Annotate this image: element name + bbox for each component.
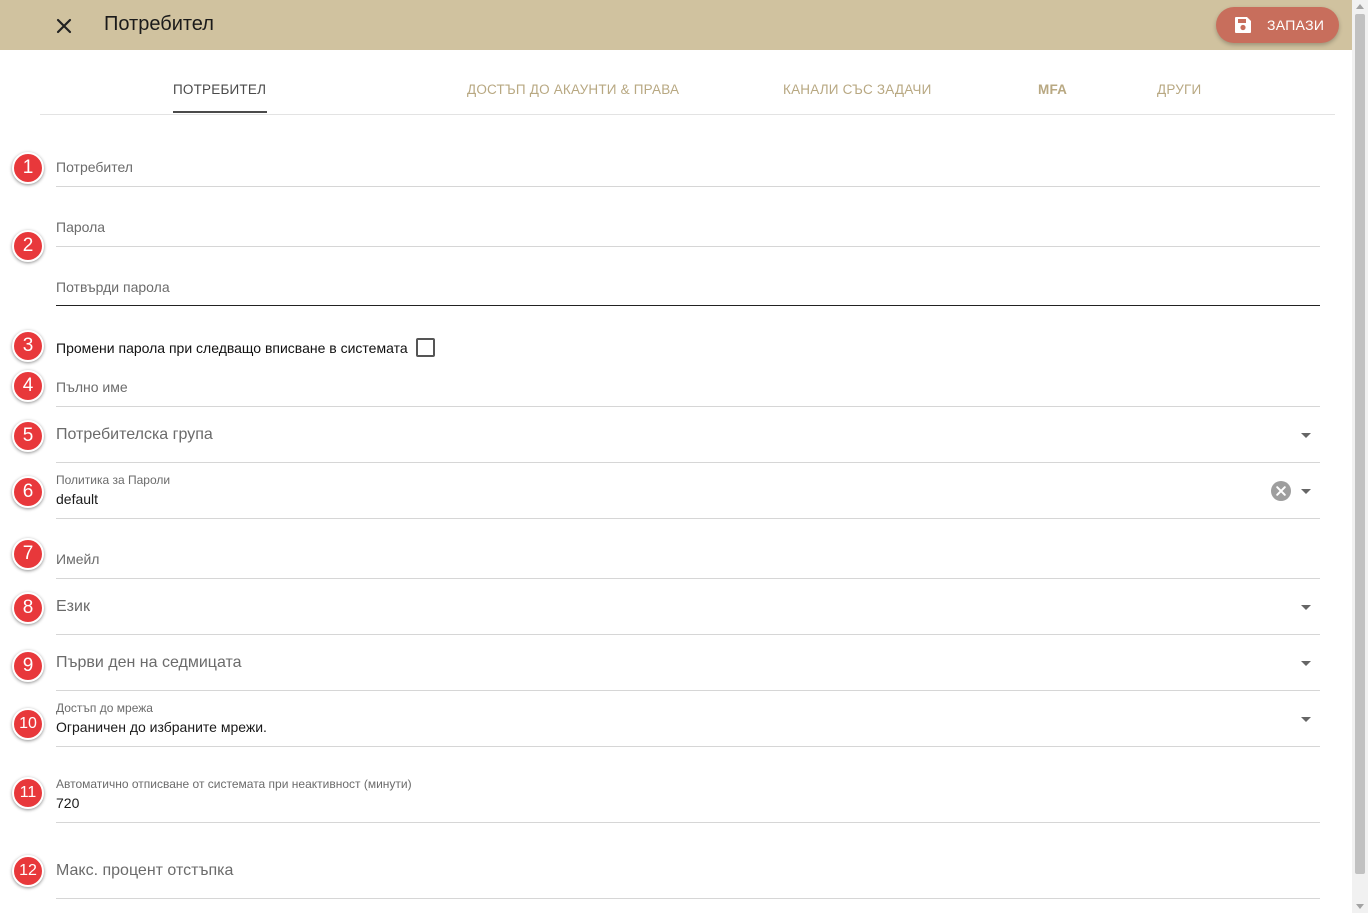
auto-logout-label: Автоматично отписване от системата при н… bbox=[56, 777, 412, 791]
marker-8: 8 bbox=[12, 592, 44, 624]
chevron-down-icon[interactable] bbox=[1301, 717, 1311, 722]
max-discount-field[interactable]: Макс. процент отстъпка bbox=[56, 854, 1320, 899]
close-icon bbox=[56, 18, 72, 34]
page-title: Потребител bbox=[104, 13, 214, 35]
marker-3: 3 bbox=[12, 330, 44, 362]
username-placeholder: Потребител bbox=[56, 159, 133, 175]
close-button[interactable] bbox=[50, 10, 78, 40]
password-field[interactable]: Парола bbox=[56, 210, 1320, 247]
marker-12: 12 bbox=[12, 855, 44, 887]
marker-2: 2 bbox=[12, 230, 44, 262]
email-field[interactable]: Имейл bbox=[56, 542, 1320, 579]
change-password-checkbox[interactable] bbox=[416, 338, 435, 357]
tab-user[interactable]: Потребител bbox=[173, 82, 266, 97]
network-access-value: Ограничен до избраните мрежи. bbox=[56, 719, 267, 735]
floppy-disk-icon bbox=[1235, 17, 1251, 33]
save-button[interactable]: ЗАПАЗИ bbox=[1216, 7, 1339, 43]
email-placeholder: Имейл bbox=[56, 551, 100, 567]
marker-7: 7 bbox=[12, 538, 44, 570]
max-discount-placeholder: Макс. процент отстъпка bbox=[56, 862, 234, 879]
tab-account-access-rights[interactable]: Достъп до акаунти & права bbox=[467, 82, 679, 97]
vertical-scrollbar[interactable] bbox=[1352, 0, 1368, 913]
auto-logout-value: 720 bbox=[56, 795, 80, 811]
clear-icon[interactable] bbox=[1271, 481, 1291, 501]
marker-9: 9 bbox=[12, 650, 44, 682]
user-editor-page: Потребител ЗАПАЗИ Потребител Достъп до а… bbox=[0, 0, 1368, 913]
marker-6: 6 bbox=[12, 476, 44, 508]
full-name-placeholder: Пълно име bbox=[56, 379, 128, 395]
first-day-of-week-select[interactable]: Първи ден на седмицата bbox=[56, 646, 1320, 691]
marker-4: 4 bbox=[12, 370, 44, 402]
password-placeholder: Парола bbox=[56, 219, 106, 235]
chevron-down-icon[interactable] bbox=[1301, 605, 1311, 610]
language-placeholder: Език bbox=[56, 598, 90, 615]
user-group-placeholder: Потребителска група bbox=[56, 426, 213, 443]
confirm-password-placeholder: Потвърди парола bbox=[56, 279, 170, 295]
scrollbar-thumb[interactable] bbox=[1355, 14, 1365, 874]
confirm-password-field[interactable]: Потвърди парола bbox=[56, 270, 1320, 306]
marker-10: 10 bbox=[12, 708, 44, 740]
marker-11: 11 bbox=[12, 777, 44, 809]
scroll-up-arrow-icon[interactable] bbox=[1356, 4, 1364, 9]
marker-5: 5 bbox=[12, 420, 44, 452]
change-password-label: Промени парола при следващо вписване в с… bbox=[56, 340, 408, 356]
password-policy-select[interactable]: Политика за Пароли default bbox=[56, 472, 1320, 519]
tab-task-channels[interactable]: Канали със задачи bbox=[783, 82, 932, 97]
tab-mfa[interactable]: MFA bbox=[1038, 82, 1067, 97]
tab-other[interactable]: Други bbox=[1157, 82, 1201, 97]
save-button-label: ЗАПАЗИ bbox=[1267, 17, 1325, 33]
chevron-down-icon[interactable] bbox=[1301, 661, 1311, 666]
language-select[interactable]: Език bbox=[56, 590, 1320, 635]
active-tab-indicator bbox=[173, 111, 267, 113]
header-bar: Потребител ЗАПАЗИ bbox=[0, 0, 1352, 50]
chevron-down-icon[interactable] bbox=[1301, 489, 1311, 494]
username-field[interactable]: Потребител bbox=[56, 150, 1320, 187]
network-access-select[interactable]: Достъп до мрежа Ограничен до избраните м… bbox=[56, 700, 1320, 747]
marker-1: 1 bbox=[12, 152, 44, 184]
network-access-label: Достъп до мрежа bbox=[56, 701, 153, 715]
auto-logout-field[interactable]: Автоматично отписване от системата при н… bbox=[56, 776, 1320, 823]
password-policy-value: default bbox=[56, 491, 99, 507]
tab-bar: Потребител Достъп до акаунти & права Кан… bbox=[40, 50, 1335, 115]
password-policy-label: Политика за Пароли bbox=[56, 473, 171, 487]
scroll-down-arrow-icon[interactable] bbox=[1356, 904, 1364, 909]
full-name-field[interactable]: Пълно име bbox=[56, 370, 1320, 407]
first-day-of-week-placeholder: Първи ден на седмицата bbox=[56, 654, 242, 671]
user-group-select[interactable]: Потребителска група bbox=[56, 418, 1320, 463]
chevron-down-icon[interactable] bbox=[1301, 433, 1311, 438]
